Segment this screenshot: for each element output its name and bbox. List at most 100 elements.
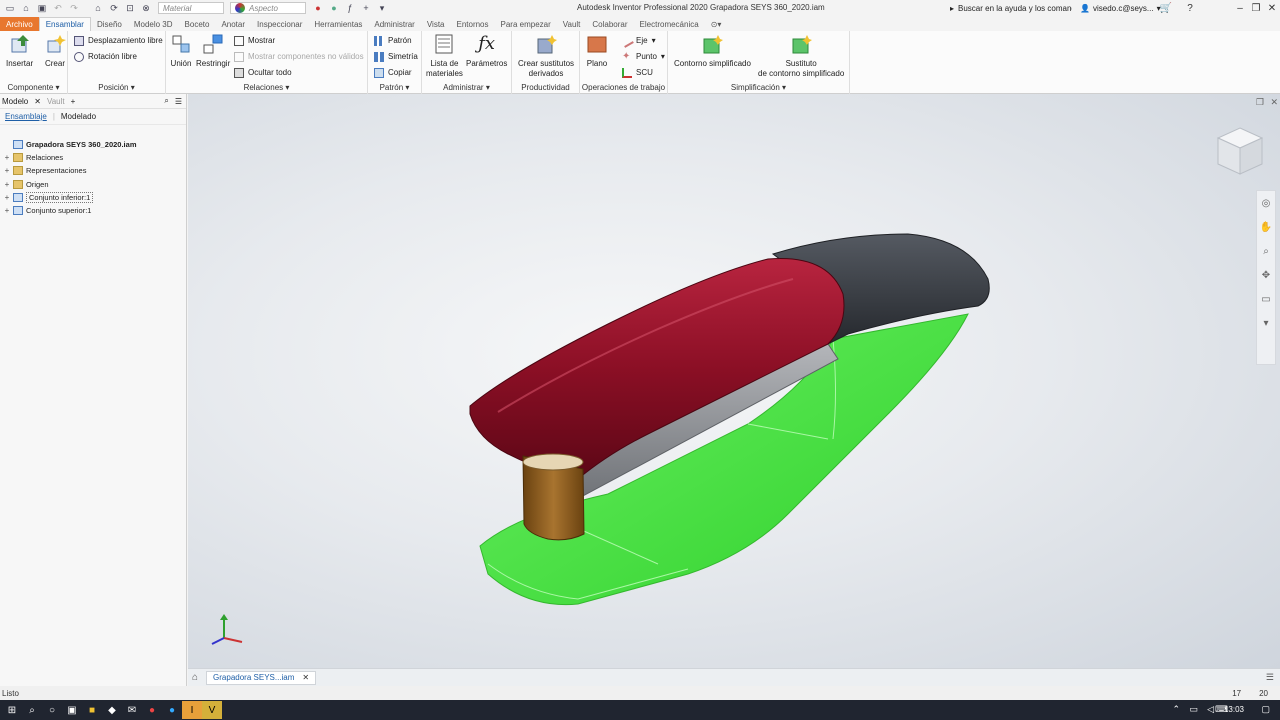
user-account[interactable]: 👤 visedo.c@seys... ▾ <box>1080 2 1161 14</box>
update-icon[interactable]: ⟳ <box>108 2 120 14</box>
tab-entornos[interactable]: Entornos <box>450 17 494 31</box>
componente-group-label[interactable]: Componente ▾ <box>0 83 67 92</box>
network-icon[interactable]: ▭ <box>1189 704 1198 715</box>
scu-button[interactable]: SCU <box>622 66 653 79</box>
posicion-group-label[interactable]: Posición ▾ <box>68 83 165 92</box>
simplificacion-group-label[interactable]: Simplificación ▾ <box>668 83 849 92</box>
document-tab[interactable]: Grapadora SEYS...iam ✕ <box>206 670 317 685</box>
volume-icon[interactable]: ◁ <box>1207 704 1214 715</box>
insertar-button[interactable]: Insertar <box>6 33 33 69</box>
home-icon[interactable]: ⌂ <box>92 2 104 14</box>
search-icon[interactable]: ⌕ <box>164 96 168 106</box>
tab-modelo[interactable]: Modelo <box>2 97 28 106</box>
patron-group-label[interactable]: Patrón ▾ <box>368 83 421 92</box>
help-search-field[interactable]: ▸ Buscar en la ayuda y los comandos <box>950 2 1074 14</box>
tree-item[interactable]: + Representaciones <box>4 164 86 177</box>
tab-colaborar[interactable]: Colaborar <box>586 17 633 31</box>
maximize-button[interactable]: ❐ <box>1248 1 1264 15</box>
expand-icon[interactable]: + <box>4 180 10 189</box>
vault-icon[interactable]: V <box>202 701 222 719</box>
eje-button[interactable]: Eje ▾ <box>620 33 656 48</box>
add-tab-icon[interactable]: + <box>71 97 76 106</box>
chrome-icon[interactable]: ● <box>142 701 162 719</box>
tray-up-icon[interactable]: ⌃ <box>1172 704 1180 715</box>
close-document-icon[interactable]: ✕ <box>302 673 309 682</box>
stapler-model[interactable] <box>188 94 1280 668</box>
steering-wheel-icon[interactable]: ◎ <box>1257 191 1275 215</box>
copiar-button[interactable]: Copiar <box>374 66 412 79</box>
tab-para-empezar[interactable]: Para empezar <box>495 17 557 31</box>
rotacion-libre-button[interactable]: Rotación libre <box>74 50 137 63</box>
help-icon[interactable]: ? <box>1182 1 1198 15</box>
tab-herramientas[interactable]: Herramientas <box>308 17 368 31</box>
zoom-icon[interactable]: ⌕ <box>1257 239 1275 263</box>
patron-button[interactable]: Patrón <box>374 34 412 47</box>
clear-icon[interactable]: ● <box>328 2 340 14</box>
notifications-icon[interactable]: ▢ <box>1261 704 1270 715</box>
restore-viewport-icon[interactable]: ❐ <box>1256 97 1264 108</box>
desplazamiento-libre-button[interactable]: Desplazamiento libre <box>74 34 163 47</box>
tab-ensamblar[interactable]: Ensamblar <box>38 17 91 31</box>
mostrar-no-validos-button[interactable]: Mostrar componentes no válidos <box>234 50 364 63</box>
punto-button[interactable]: ✦ Punto ▾ <box>622 50 665 63</box>
nav-options-icon[interactable]: ▾ <box>1257 311 1275 335</box>
relaciones-group-label[interactable]: Relaciones ▾ <box>166 83 367 92</box>
select-icon[interactable]: ⊡ <box>124 2 136 14</box>
tab-archivo[interactable]: Archivo <box>0 17 39 31</box>
cortana-icon[interactable]: ○ <box>42 701 62 719</box>
search-taskbar-icon[interactable]: ⌕ <box>22 701 42 719</box>
tree-item[interactable]: + Conjunto superior:1 <box>4 204 91 217</box>
new-file-icon[interactable]: ▭ <box>4 2 16 14</box>
plano-button[interactable]: Plano <box>586 33 608 69</box>
expand-icon[interactable]: + <box>4 166 10 175</box>
task-view-icon[interactable]: ▣ <box>62 701 82 719</box>
administrar-group-label[interactable]: Administrar ▾ <box>422 83 511 92</box>
tab-boceto[interactable]: Boceto <box>179 17 216 31</box>
pan-icon[interactable]: ✋ <box>1257 215 1275 239</box>
menu-icon[interactable]: ☰ <box>175 97 182 106</box>
redo-icon[interactable]: ↷ <box>68 2 80 14</box>
tab-vault[interactable]: Vault <box>557 17 587 31</box>
add-icon[interactable]: + <box>360 2 372 14</box>
expand-icon[interactable]: + <box>4 193 10 202</box>
home-tab-icon[interactable]: ⌂ <box>192 672 198 683</box>
crear-sustitutos-button[interactable]: Crear sustitutos derivados <box>518 33 574 79</box>
expand-icon[interactable]: + <box>4 206 10 215</box>
tab-inspeccionar[interactable]: Inspeccionar <box>251 17 308 31</box>
tree-item[interactable]: + Relaciones <box>4 151 63 164</box>
close-tab-icon[interactable]: ✕ <box>34 97 41 106</box>
save-icon[interactable]: ▣ <box>36 2 48 14</box>
tab-options-icon[interactable]: ⊙▾ <box>705 17 728 31</box>
subtab-modelado[interactable]: Modelado <box>61 112 96 121</box>
union-button[interactable]: Unión <box>170 33 192 69</box>
tab-anotar[interactable]: Anotar <box>215 17 251 31</box>
color-override-icon[interactable]: ● <box>312 2 324 14</box>
expand-icon[interactable]: + <box>4 153 10 162</box>
fx-icon[interactable]: ƒ <box>344 2 356 14</box>
simetria-button[interactable]: Simetría <box>374 50 418 63</box>
orbit-icon[interactable]: ✥ <box>1257 263 1275 287</box>
undo-icon[interactable]: ↶ <box>52 2 64 14</box>
measure-icon[interactable]: ⊗ <box>140 2 152 14</box>
tab-modelo-3d[interactable]: Modelo 3D <box>128 17 179 31</box>
mostrar-button[interactable]: Mostrar <box>234 34 275 47</box>
restringir-button[interactable]: Restringir <box>196 33 230 69</box>
sustituto-contorno-button[interactable]: Sustituto de contorno simplificado <box>758 33 844 79</box>
tree-item[interactable]: Grapadora SEYS 360_2020.iam <box>4 138 136 151</box>
close-button[interactable]: ✕ <box>1264 1 1280 15</box>
tab-diseno[interactable]: Diseño <box>91 17 128 31</box>
open-folder-icon[interactable]: ⌂ <box>20 2 32 14</box>
ocultar-todo-button[interactable]: Ocultar todo <box>234 66 292 79</box>
parametros-button[interactable]: ƒx Parámetros <box>466 33 507 69</box>
file-explorer-icon[interactable]: ■ <box>82 701 102 719</box>
cart-icon[interactable]: 🛒 <box>1158 1 1174 15</box>
crear-button[interactable]: Crear <box>44 33 66 69</box>
windows-start-icon[interactable]: ⊞ <box>2 701 22 719</box>
minimize-button[interactable]: – <box>1232 1 1248 15</box>
tab-electromecanica[interactable]: Electromecánica <box>634 17 705 31</box>
tab-administrar[interactable]: Administrar <box>368 17 420 31</box>
inventor-icon[interactable]: I <box>182 701 202 719</box>
contorno-simplificado-button[interactable]: Contorno simplificado <box>674 33 751 69</box>
tab-vista[interactable]: Vista <box>421 17 451 31</box>
appearance-select[interactable]: Aspecto <box>230 2 306 14</box>
